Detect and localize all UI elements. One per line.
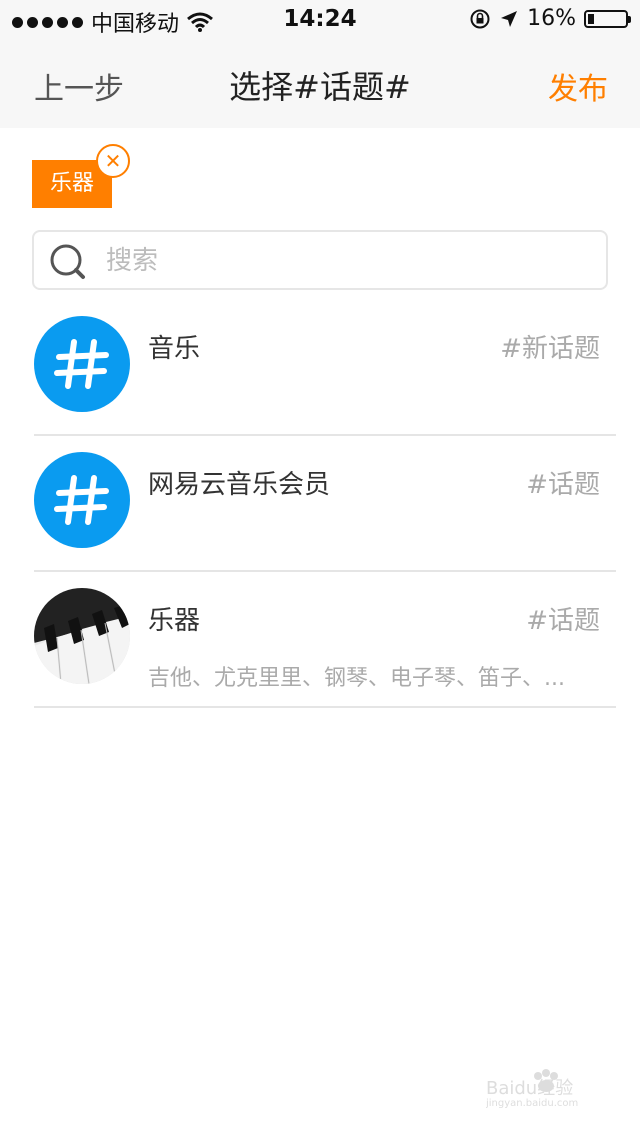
piano-keys-image	[34, 588, 130, 684]
rotation-lock-icon	[470, 9, 490, 28]
topic-subtitle: 吉他、尤克里里、钢琴、电子琴、笛子、...	[148, 666, 565, 691]
topic-row[interactable]: 音乐 #新话题	[34, 300, 616, 436]
hashtag-icon	[54, 475, 109, 525]
search-box[interactable]	[32, 230, 608, 290]
search-input[interactable]	[104, 240, 588, 282]
battery-percent: 16%	[527, 6, 576, 31]
baidu-jingyan-watermark: Baidu经验 jingyan.baidu.com	[486, 1069, 578, 1108]
battery-icon	[584, 9, 631, 28]
page-title: 选择#话题#	[229, 68, 411, 106]
topic-avatar	[34, 588, 130, 684]
watermark-url: jingyan.baidu.com	[486, 1098, 578, 1108]
status-right: 16%	[469, 6, 631, 31]
status-bar: 中国移动 14:24 16%	[0, 0, 640, 40]
topic-name: 网易云音乐会员	[148, 470, 331, 500]
hashtag-icon	[54, 339, 109, 389]
topic-avatar	[34, 452, 130, 548]
search-icon	[50, 244, 85, 279]
topic-row[interactable]: 网易云音乐会员 #话题	[34, 436, 616, 572]
topic-name: 音乐	[148, 334, 201, 364]
topic-type: #新话题	[500, 334, 600, 364]
topic-name: 乐器	[148, 606, 201, 636]
watermark-brand: Baidu经验	[486, 1078, 573, 1099]
topic-avatar	[34, 316, 130, 412]
nav-bar: 上一步 选择#话题# 发布	[0, 40, 640, 128]
topic-type: #话题	[526, 470, 600, 500]
battery-fill	[588, 13, 594, 24]
topic-type: #话题	[526, 606, 600, 636]
close-icon[interactable]: ✕	[96, 144, 130, 178]
topic-row[interactable]: 乐器 #话题 吉他、尤克里里、钢琴、电子琴、笛子、...	[34, 572, 616, 708]
location-arrow-icon	[501, 10, 518, 27]
publish-button[interactable]: 发布	[548, 64, 608, 108]
